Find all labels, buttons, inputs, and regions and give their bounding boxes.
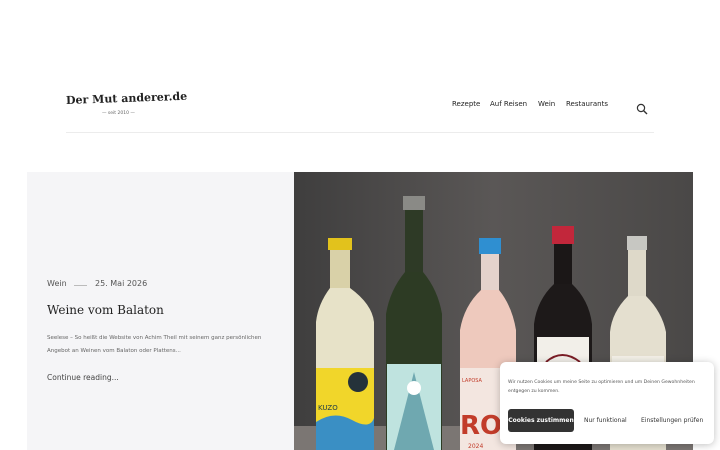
post-category[interactable]: Wein (47, 279, 67, 288)
bottle-3-year: 2024 (468, 443, 483, 450)
nav-item-restaurants[interactable]: Restaurants (566, 100, 608, 108)
post-title[interactable]: Weine vom Balaton (47, 303, 164, 317)
bottle-1-label: KUZO (318, 404, 338, 412)
read-more-link[interactable]: Continue reading... (47, 373, 119, 382)
nav-item-wein[interactable]: Wein (538, 100, 555, 108)
post-text-panel: Wein 25. Mai 2026 Weine vom Balaton Seel… (27, 172, 294, 450)
cookie-banner: Wir nutzen Cookies um meine Seite zu opt… (500, 362, 714, 444)
meta-divider (74, 285, 87, 286)
nav-item-rezepte[interactable]: Rezepte (452, 100, 480, 108)
post-excerpt: Seelese – So heißt die Website von Achim… (47, 335, 262, 354)
site-header: Der Mut anderer.de — seit 2010 — Rezepte… (0, 0, 720, 140)
bottle-3-brand: LAPOSA (462, 378, 483, 384)
accept-cookies-button[interactable]: Cookies zustimmen (508, 409, 574, 432)
logo-title: Der Mut anderer.de (65, 89, 188, 107)
logo-tagline: — seit 2010 — (102, 111, 135, 116)
post-date: 25. Mai 2026 (95, 279, 148, 288)
functional-only-button[interactable]: Nur funktional (584, 417, 627, 424)
cookie-text: Wir nutzen Cookies um meine Seite zu opt… (508, 380, 695, 394)
search-icon[interactable] (636, 100, 648, 115)
site-logo[interactable]: Der Mut anderer.de — seit 2010 — (66, 90, 188, 122)
cookie-settings-button[interactable]: Einstellungen prüfen (641, 417, 703, 424)
header-divider (66, 132, 654, 133)
nav-item-auf-reisen[interactable]: Auf Reisen (490, 100, 527, 108)
